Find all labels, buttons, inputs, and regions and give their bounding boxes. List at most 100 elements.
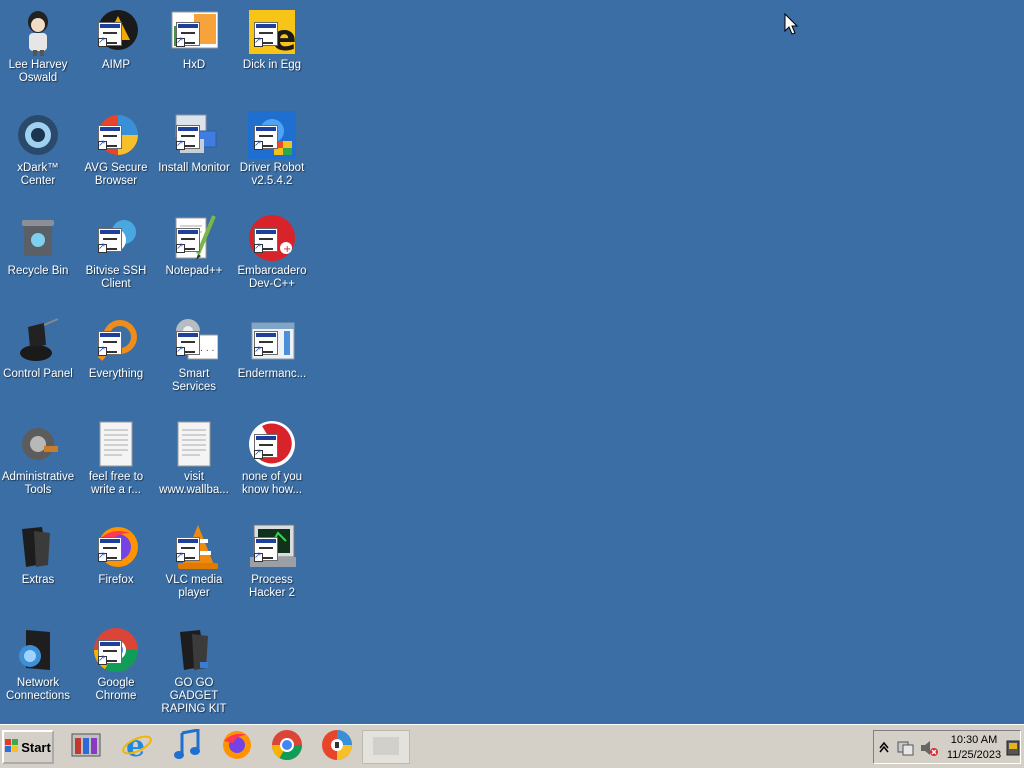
desktop-icon-smart-services[interactable]: . . . Smart Services xyxy=(156,309,232,409)
shortcut-arrow-icon xyxy=(176,344,185,356)
desktop-icon-label: AVG Secure Browser xyxy=(84,162,148,187)
desktop-icon-lee-harvey-oswald[interactable]: Lee Harvey Oswald xyxy=(0,0,76,100)
taskbar-internet-explorer[interactable]: e xyxy=(119,729,155,766)
music-note-icon xyxy=(172,727,202,766)
shortcut-arrow-icon xyxy=(176,138,185,150)
control-panel-icon xyxy=(14,317,62,365)
taskbar-avg-browser[interactable] xyxy=(319,729,355,766)
svg-text:e: e xyxy=(126,729,145,761)
text-document-icon xyxy=(170,420,218,468)
driver-robot-icon xyxy=(248,111,296,159)
start-button[interactable]: Start xyxy=(2,730,54,764)
desktop-icon-label: Embarcadero Dev-C++ xyxy=(237,265,307,290)
desktop-icon-label: Control Panel xyxy=(3,368,73,380)
desktop-icon-endermanc[interactable]: Endermanc... xyxy=(234,309,310,409)
desktop-icon-label: Bitvise SSH Client xyxy=(85,265,147,290)
desktop-icon-label: Administrative Tools xyxy=(1,471,75,496)
desktop-icon-dev-cpp[interactable]: + Embarcadero Dev-C++ xyxy=(234,206,310,306)
windows-logo-icon xyxy=(5,738,19,756)
desktop-icon-label: Extras xyxy=(21,574,55,586)
desktop-icon-label: GO GO GADGET RAPING KIT xyxy=(161,677,227,715)
everything-icon xyxy=(92,317,140,365)
shortcut-arrow-icon xyxy=(254,447,263,459)
desktop-icon-google-chrome[interactable]: Google Chrome xyxy=(78,618,154,718)
network-tray-icon[interactable] xyxy=(896,739,914,762)
egg-icon: e xyxy=(248,8,296,59)
taskbar-music-player[interactable] xyxy=(169,727,205,766)
desktop-icon-bitvise-ssh-client[interactable]: Bitvise SSH Client xyxy=(78,206,154,306)
xdark-icon xyxy=(14,111,62,159)
internet-explorer-icon: e xyxy=(121,729,153,766)
chrome-icon xyxy=(271,729,303,766)
devcpp-icon: + xyxy=(248,214,296,262)
chrome-icon xyxy=(92,626,140,674)
show-hidden-icons-chevron-icon[interactable] xyxy=(879,740,889,759)
desktop-icon-recycle-bin[interactable]: Recycle Bin xyxy=(0,206,76,306)
desktop-icon-control-panel[interactable]: Control Panel xyxy=(0,309,76,409)
desktop-icon-label: AIMP xyxy=(101,59,131,71)
desktop-icon-firefox[interactable]: Firefox xyxy=(78,515,154,615)
desktop-icon-administrative-tools[interactable]: Administrative Tools xyxy=(0,412,76,512)
desktop-icon-label: visit www.wallba... xyxy=(159,471,229,496)
volume-muted-icon[interactable] xyxy=(919,739,939,762)
shortcut-arrow-icon xyxy=(98,241,107,253)
install-monitor-icon xyxy=(170,111,218,159)
shortcut-arrow-icon xyxy=(254,344,263,356)
desktop: Lee Harvey Oswald xDark™ Center Recycle … xyxy=(0,0,1024,724)
taskbar-app-stack[interactable] xyxy=(68,730,104,764)
svg-text:+: + xyxy=(283,244,291,255)
desktop-icon-label: Recycle Bin xyxy=(7,265,69,277)
text-document-icon xyxy=(92,420,140,468)
desktop-icon-xdark-center[interactable]: xDark™ Center xyxy=(0,103,76,203)
action-center-icon[interactable] xyxy=(1006,740,1020,761)
desktop-icon-label: feel free to write a r... xyxy=(88,471,144,496)
desktop-icon-extras[interactable]: Extras xyxy=(0,515,76,615)
desktop-icon-driver-robot[interactable]: Driver Robot v2.5.4.2 xyxy=(234,103,310,203)
vlc-icon xyxy=(170,523,218,571)
firefox-icon xyxy=(92,523,140,571)
avg-browser-icon xyxy=(321,729,353,766)
taskbar-blank-window[interactable] xyxy=(362,730,410,764)
notepad-icon xyxy=(170,214,218,262)
shortcut-arrow-icon xyxy=(98,550,107,562)
desktop-icon-everything[interactable]: Everything xyxy=(78,309,154,409)
avg-browser-icon xyxy=(92,111,140,159)
desktop-icon-label: Lee Harvey Oswald xyxy=(8,59,68,84)
desktop-icon-aimp[interactable]: AIMP xyxy=(78,0,154,100)
desktop-icon-label: VLC media player xyxy=(165,574,223,599)
network-icon xyxy=(14,626,62,674)
clock-time[interactable]: 10:30 AM xyxy=(946,734,1002,746)
shortcut-arrow-icon xyxy=(98,35,107,47)
desktop-icon-label: Notepad++ xyxy=(165,265,223,277)
desktop-icon-dick-in-egg[interactable]: e Dick in Egg xyxy=(234,0,310,100)
desktop-icon-avg-secure-browser[interactable]: AVG Secure Browser xyxy=(78,103,154,203)
taskbar-chrome[interactable] xyxy=(269,729,305,766)
admin-tools-icon xyxy=(14,420,62,468)
desktop-icon-label: Endermanc... xyxy=(237,368,307,380)
desktop-icon-go-go-gadget[interactable]: GO GO GADGET RAPING KIT xyxy=(156,618,232,718)
desktop-icon-network-connections[interactable]: Network Connections xyxy=(0,618,76,718)
desktop-icon-hxd[interactable]: HxD xyxy=(156,0,232,100)
process-hacker-icon xyxy=(248,523,296,571)
desktop-icon-install-monitor[interactable]: Install Monitor xyxy=(156,103,232,203)
desktop-icon-feel-free-txt[interactable]: feel free to write a r... xyxy=(78,412,154,512)
desktop-icon-label: Network Connections xyxy=(6,677,70,702)
desktop-icon-visit-wallba-txt[interactable]: visit www.wallba... xyxy=(156,412,232,512)
taskbar: Start e 10:30 AM 11/25/2023 xyxy=(0,724,1024,768)
desktop-icon-process-hacker[interactable]: Process Hacker 2 xyxy=(234,515,310,615)
desktop-icon-none-of-you[interactable]: none of you know how... xyxy=(234,412,310,512)
shortcut-arrow-icon xyxy=(254,241,263,253)
shortcut-arrow-icon xyxy=(98,138,107,150)
start-label: Start xyxy=(21,739,51,755)
folder-icon xyxy=(170,626,218,674)
desktop-icon-notepad-plus-plus[interactable]: Notepad++ xyxy=(156,206,232,306)
taskbar-firefox[interactable] xyxy=(219,730,255,764)
clock-date[interactable]: 11/25/2023 xyxy=(942,749,1006,761)
shortcut-arrow-icon xyxy=(176,550,185,562)
bitvise-icon xyxy=(92,214,140,262)
desktop-icon-label: HxD xyxy=(182,59,206,71)
shortcut-arrow-icon xyxy=(254,550,263,562)
desktop-icon-label: Google Chrome xyxy=(95,677,137,702)
desktop-icon-vlc[interactable]: VLC media player xyxy=(156,515,232,615)
shortcut-arrow-icon xyxy=(254,35,263,47)
